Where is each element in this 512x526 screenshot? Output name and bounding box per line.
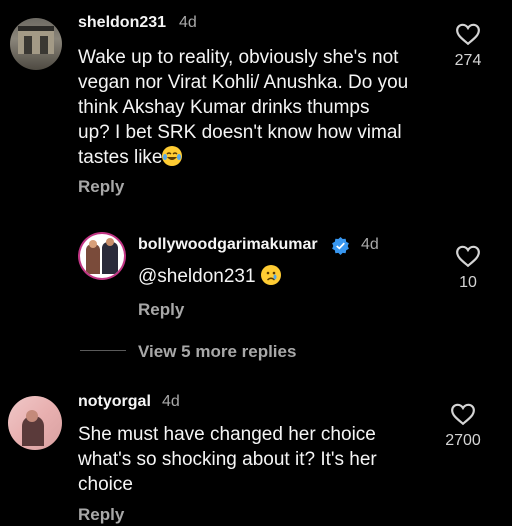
comment-timestamp: 4d <box>179 14 197 31</box>
heart-outline-icon[interactable] <box>450 402 476 426</box>
tears-of-joy-emoji <box>162 146 183 166</box>
like-count: 10 <box>459 274 477 291</box>
comment-username[interactable]: notyorgal <box>78 393 151 411</box>
like-count: 274 <box>454 52 482 69</box>
reply-button[interactable]: Reply <box>78 177 124 197</box>
heart-outline-icon[interactable] <box>455 244 481 268</box>
reply-button[interactable]: Reply <box>138 300 184 320</box>
reply-button[interactable]: Reply <box>78 505 124 525</box>
like-button[interactable]: 274 <box>438 22 498 70</box>
view-more-replies-button[interactable]: View 5 more replies <box>138 342 296 362</box>
avatar[interactable] <box>10 18 62 70</box>
avatar[interactable] <box>80 234 124 278</box>
avatar[interactable] <box>8 396 62 450</box>
comment-username[interactable]: sheldon231 <box>78 14 166 32</box>
comment-timestamp: 4d <box>162 393 180 410</box>
mention-link[interactable]: @sheldon231 <box>138 266 256 287</box>
comment-text: @sheldon231 <box>138 264 281 289</box>
comment-text: Wake up to reality, obviously she's not … <box>78 47 409 168</box>
comment-username[interactable]: bollywoodgarimakumar <box>138 236 318 254</box>
like-count: 2700 <box>445 432 481 449</box>
verified-badge-icon <box>332 236 349 255</box>
like-button[interactable]: 10 <box>438 244 498 292</box>
crying-face-emoji <box>260 265 281 285</box>
like-button[interactable]: 2700 <box>433 402 493 450</box>
comment-text: She must have changed her choice what's … <box>78 424 377 495</box>
comment-timestamp: 4d <box>361 236 379 253</box>
view-more-replies-divider <box>80 350 126 351</box>
heart-outline-icon[interactable] <box>455 22 481 46</box>
